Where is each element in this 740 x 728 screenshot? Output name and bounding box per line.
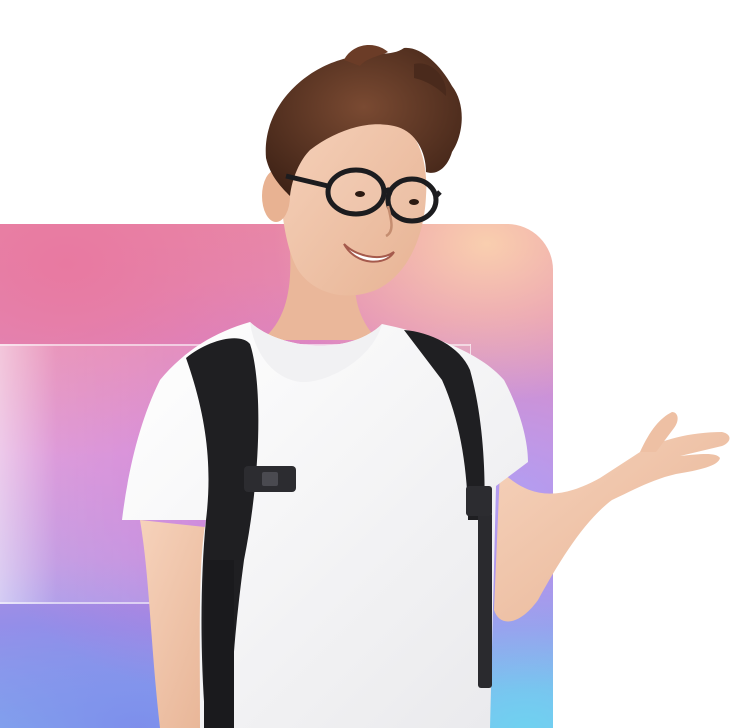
hero-visual (0, 0, 740, 728)
person-illustration (122, 45, 730, 728)
extended-arm (494, 412, 730, 622)
